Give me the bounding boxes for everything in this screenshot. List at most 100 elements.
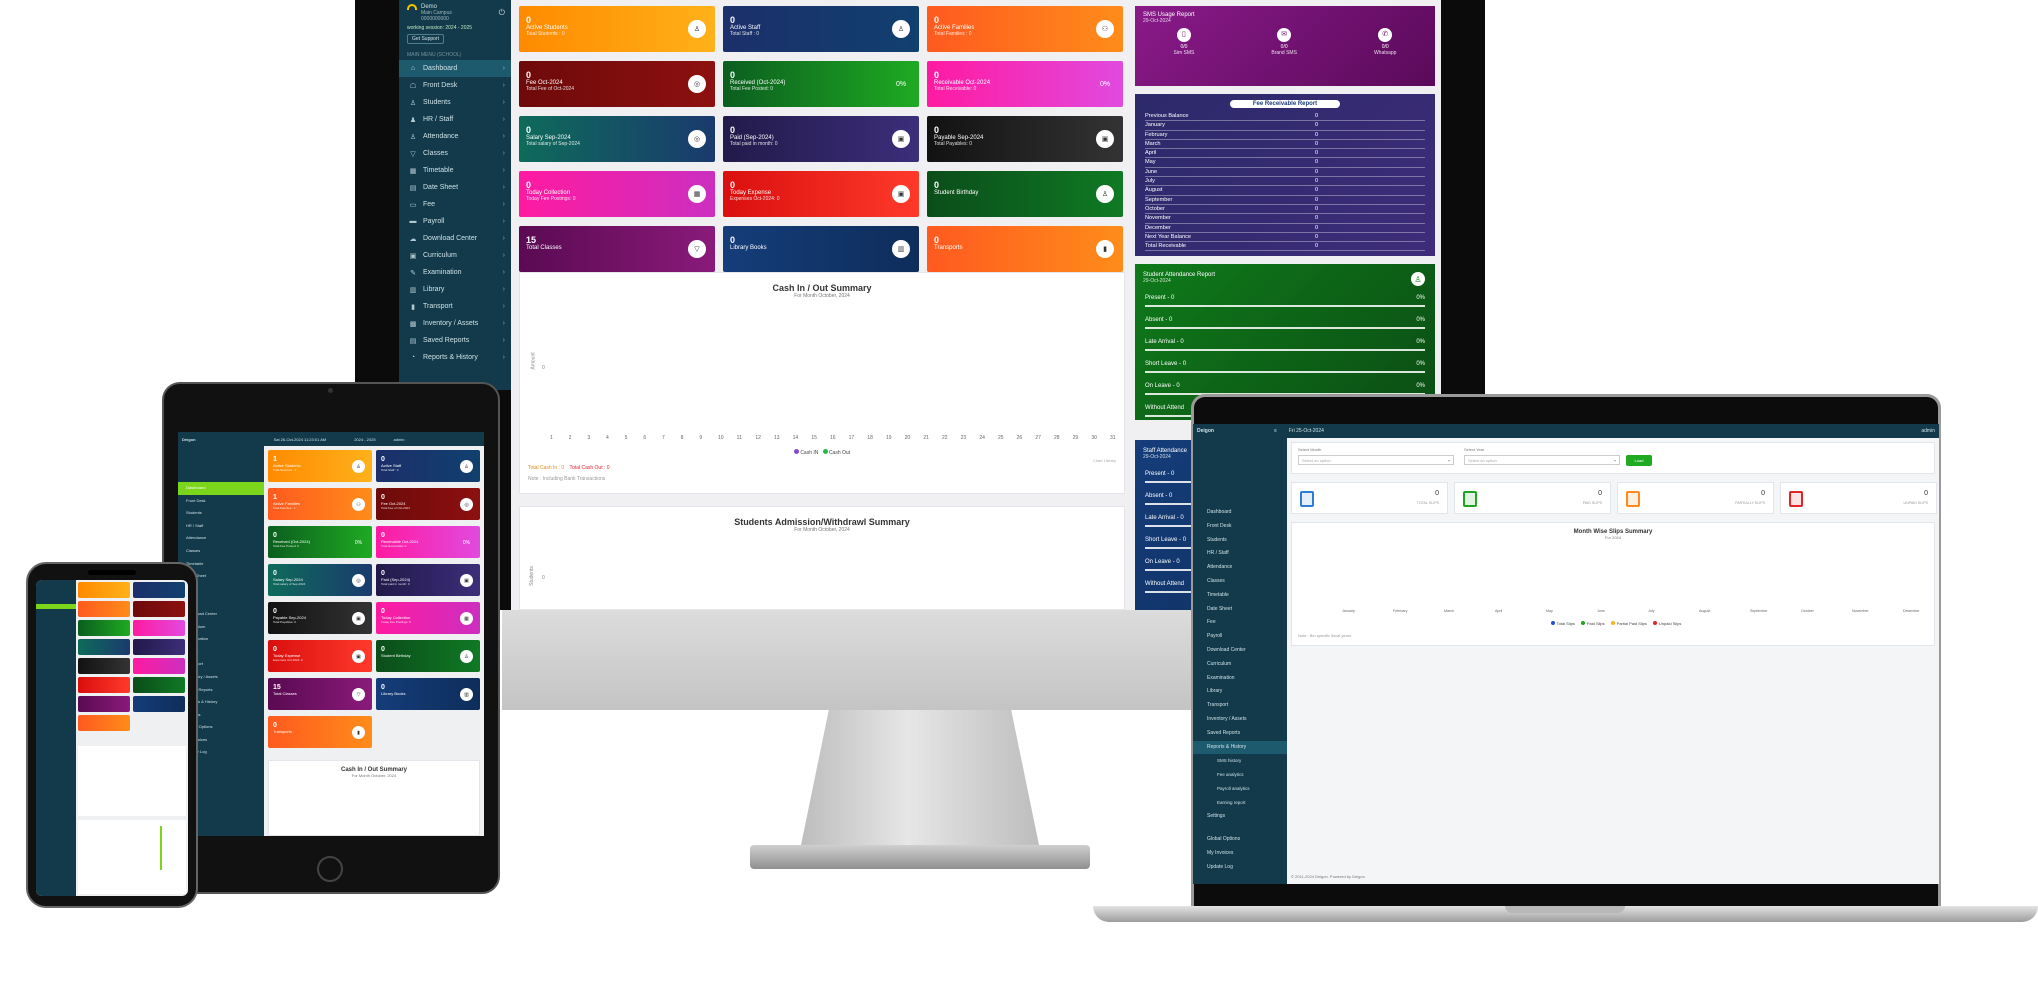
- laptop-menu-item[interactable]: Update Log: [1193, 861, 1287, 875]
- stat-card[interactable]: 1 Active Families Total Families : 1 ⚇: [268, 488, 372, 520]
- laptop-menu-item[interactable]: Global Options: [1193, 833, 1287, 847]
- laptop-menu-toggle-icon[interactable]: ≡: [1274, 428, 1277, 434]
- phone-stat-card[interactable]: [78, 620, 130, 636]
- phone-stat-card[interactable]: [78, 677, 130, 693]
- laptop-menu-item[interactable]: Classes: [1193, 575, 1287, 589]
- phone-stat-card[interactable]: [78, 658, 130, 674]
- laptop-menu-item[interactable]: Payroll: [1193, 630, 1287, 644]
- select-year-dropdown[interactable]: Select an option ▾: [1464, 455, 1620, 465]
- sidebar-item-examination[interactable]: ✎ Examination ›: [399, 264, 511, 281]
- stat-card[interactable]: 0 Payable Sep-2024 Total Payables: 0 ▣: [268, 602, 372, 634]
- laptop-menu-item[interactable]: My Invoices: [1193, 847, 1287, 861]
- sidebar-item-download-center[interactable]: ☁ Download Center ›: [399, 230, 511, 247]
- sidebar-item-dashboard[interactable]: ⌂ Dashboard ›: [399, 60, 511, 77]
- laptop-menu-item[interactable]: Settings: [1193, 810, 1287, 824]
- phone-stat-card[interactable]: [133, 582, 185, 598]
- stat-card[interactable]: 0 Transports ▮: [268, 716, 372, 748]
- laptop-menu-item[interactable]: Curriculum: [1193, 658, 1287, 672]
- tablet-menu-item[interactable]: Front Desk: [178, 495, 264, 508]
- sidebar-item-reports-history[interactable]: ◔ Reports & History ›: [399, 349, 511, 366]
- laptop-menu-item[interactable]: Fee: [1193, 616, 1287, 630]
- stat-card[interactable]: 0 Received (Oct-2024) Total Fee Posted: 00…: [723, 61, 919, 107]
- legend-label[interactable]: Partial Paid Slips: [1617, 621, 1647, 626]
- phone-stat-card[interactable]: [133, 677, 185, 693]
- phone-stat-card[interactable]: [133, 639, 185, 655]
- phone-stat-card[interactable]: [78, 696, 130, 712]
- sidebar-item-library[interactable]: ▥ Library ›: [399, 281, 511, 298]
- tablet-session[interactable]: 2024 - 2025: [354, 437, 375, 442]
- stat-card[interactable]: 0 Library Books ▥: [723, 226, 919, 272]
- stat-card[interactable]: 0 Library Books ▥: [376, 678, 480, 710]
- legend-label[interactable]: Paid Slips: [1587, 621, 1605, 626]
- sidebar-item-front-desk[interactable]: ☖ Front Desk ›: [399, 77, 511, 94]
- stat-card[interactable]: 1 Active Students Total Students : 1 ♙: [268, 450, 372, 482]
- stat-card[interactable]: 0 Receivable Oct-2024 Total Receivable: 00…: [376, 526, 480, 558]
- laptop-menu-item[interactable]: Download Center: [1193, 644, 1287, 658]
- laptop-menu-item[interactable]: Inventory / Assets: [1193, 713, 1287, 727]
- sidebar-item-transport[interactable]: ▮ Transport ›: [399, 298, 511, 315]
- phone-stat-card[interactable]: [78, 639, 130, 655]
- select-month-dropdown[interactable]: Select an option ▾: [1298, 455, 1454, 465]
- sidebar-item-students[interactable]: ♙ Students ›: [399, 94, 511, 111]
- tablet-menu-item[interactable]: Classes: [178, 545, 264, 558]
- phone-stat-card[interactable]: [78, 582, 130, 598]
- tablet-user[interactable]: admin: [394, 437, 405, 442]
- laptop-menu-item[interactable]: Examination: [1193, 672, 1287, 686]
- laptop-menu-item[interactable]: Students: [1193, 534, 1287, 548]
- phone-stat-card[interactable]: [78, 601, 130, 617]
- sidebar-item-date-sheet[interactable]: ▤ Date Sheet ›: [399, 179, 511, 196]
- stat-card[interactable]: 0 Payable Sep-2024 Total Payables: 0 ▣: [927, 116, 1123, 162]
- stat-card[interactable]: 0 Receivable Oct-2024 Total Receivable: 00…: [927, 61, 1123, 107]
- sidebar-item-classes[interactable]: ▽ Classes ›: [399, 145, 511, 162]
- laptop-submenu-item[interactable]: Payroll analytics: [1193, 782, 1287, 796]
- power-icon[interactable]: ⏻: [499, 8, 505, 18]
- laptop-menu-item[interactable]: Attendance: [1193, 561, 1287, 575]
- stat-card[interactable]: 15 Total Classes ▽: [268, 678, 372, 710]
- sidebar-item-timetable[interactable]: ▦ Timetable ›: [399, 162, 511, 179]
- sidebar-item-attendance[interactable]: ♙ Attendance ›: [399, 128, 511, 145]
- stat-card[interactable]: 0 Active Staff Total Staff : 0 ♙: [376, 450, 480, 482]
- stat-card[interactable]: 0 Today Expense Expenses Oct-2024: 0 ▣: [723, 171, 919, 217]
- sidebar-item-payroll[interactable]: ▬ Payroll ›: [399, 213, 511, 230]
- stat-card[interactable]: 0 Fee Oct-2024 Total Fee of Oct-2024 ◎: [519, 61, 715, 107]
- laptop-menu-item[interactable]: Transport: [1193, 699, 1287, 713]
- laptop-submenu-item[interactable]: SMS history: [1193, 754, 1287, 768]
- sidebar-item-curriculum[interactable]: ▣ Curriculum ›: [399, 247, 511, 264]
- sidebar-item-inventory-assets[interactable]: ▩ Inventory / Assets ›: [399, 315, 511, 332]
- laptop-menu-item[interactable]: HR / Staff: [1193, 547, 1287, 561]
- legend-label[interactable]: Total Slips: [1557, 621, 1575, 626]
- legend-cash-in[interactable]: Cash IN: [800, 450, 818, 456]
- laptop-menu-item[interactable]: Saved Reports: [1193, 727, 1287, 741]
- tablet-home-button[interactable]: [317, 856, 343, 882]
- tablet-menu-item[interactable]: HR / Staff: [178, 520, 264, 533]
- stat-card[interactable]: 0 Fee Oct-2024 Total Fee of Oct-2024 ◎: [376, 488, 480, 520]
- stat-card[interactable]: 0 Today Expense Expenses Oct-2024: 0 ▣: [268, 640, 372, 672]
- stat-card[interactable]: 0 Active Families Total Families : 0 ⚇: [927, 6, 1123, 52]
- stat-card[interactable]: 0 Student Birthday ♙: [927, 171, 1123, 217]
- phone-stat-card[interactable]: [133, 620, 185, 636]
- stat-card[interactable]: 0 Salary Sep-2024 Total salary of Sep-2024…: [519, 116, 715, 162]
- load-button[interactable]: Load: [1626, 455, 1652, 466]
- laptop-menu-item[interactable]: Library: [1193, 685, 1287, 699]
- stat-card[interactable]: 0 Paid (Sep-2024) Total paid in month: 0 ▣: [376, 564, 480, 596]
- phone-stat-card[interactable]: [133, 696, 185, 712]
- tablet-menu-item[interactable]: Attendance: [178, 532, 264, 545]
- stat-card[interactable]: 0 Active Staff Total Staff : 0 ♙: [723, 6, 919, 52]
- stat-card[interactable]: 0 Student Birthday ♙: [376, 640, 480, 672]
- laptop-submenu-item[interactable]: Fee analytics: [1193, 768, 1287, 782]
- laptop-menu-item[interactable]: Timetable: [1193, 589, 1287, 603]
- stat-card[interactable]: 0 Paid (Sep-2024) Total paid in month: 0 ▣: [723, 116, 919, 162]
- stat-card[interactable]: 0 Received (Oct-2024) Total Fee Posted: 00…: [268, 526, 372, 558]
- laptop-menu-item[interactable]: Front Desk: [1193, 520, 1287, 534]
- sidebar-item-fee[interactable]: ▭ Fee ›: [399, 196, 511, 213]
- tablet-menu-item[interactable]: Dashboard: [178, 482, 264, 495]
- stat-card[interactable]: 0 Today Collection Today Fee Postings: 0 ▦: [376, 602, 480, 634]
- stat-card[interactable]: 0 Today Collection Today Fee Postings: 0 ▦: [519, 171, 715, 217]
- stat-card[interactable]: 15 Total Classes ▽: [519, 226, 715, 272]
- laptop-user[interactable]: admin: [1921, 428, 1935, 434]
- phone-stat-card[interactable]: [78, 715, 130, 731]
- tablet-menu-item[interactable]: Students: [178, 507, 264, 520]
- laptop-menu-item[interactable]: Dashboard: [1193, 506, 1287, 520]
- get-support-button[interactable]: Get Support: [407, 34, 444, 44]
- stat-card[interactable]: 0 Transports ▮: [927, 226, 1123, 272]
